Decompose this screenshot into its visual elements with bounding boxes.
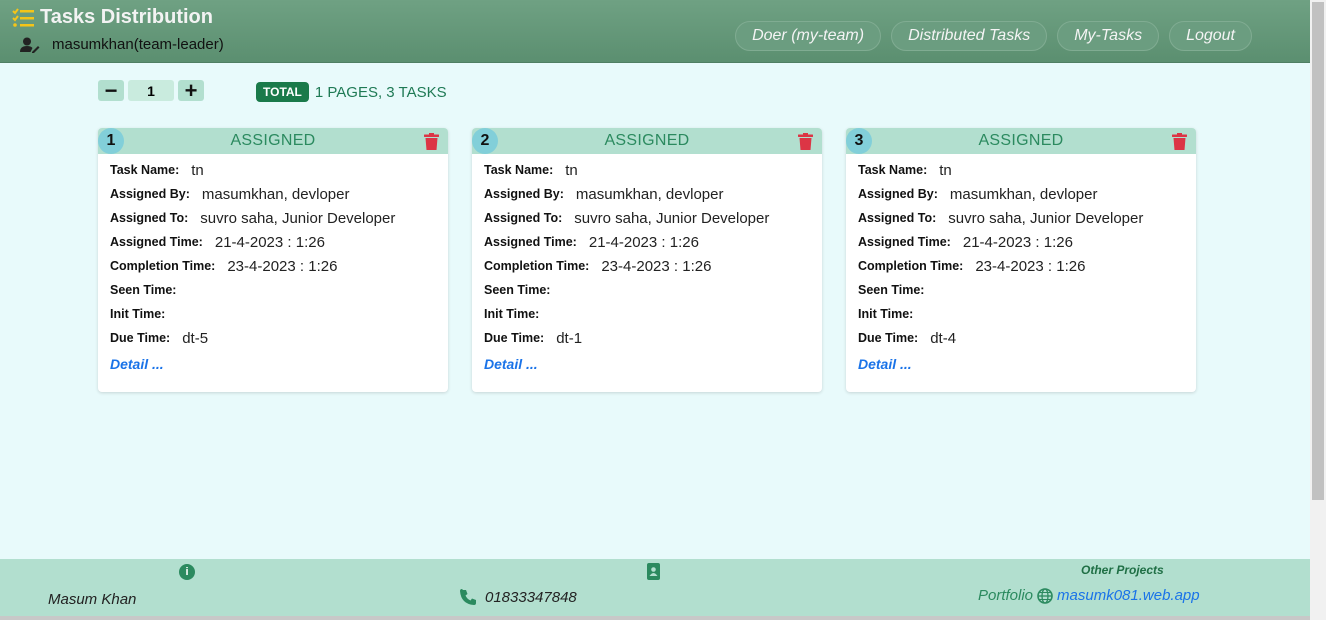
total-text: 1 PAGES, 3 TASKS [314, 83, 447, 101]
assigned-time-label: Assigned Time: [484, 235, 577, 249]
page-footer: i Masum Khan 01833347848 Other Projects … [0, 559, 1310, 620]
assigned-by-label: Assigned By: [110, 187, 190, 201]
assigned-by-value: masumkhan, devloper [575, 185, 724, 203]
phone-icon [460, 589, 476, 605]
task-name-label: Task Name: [110, 163, 180, 177]
vertical-scrollbar[interactable] [1310, 0, 1326, 620]
task-list-icon [12, 7, 36, 29]
due-time-value: dt-1 [556, 329, 583, 347]
init-time-label: Init Time: [110, 307, 166, 321]
task-status: ASSIGNED [978, 132, 1064, 149]
nav-distributed-tasks[interactable]: Distributed Tasks [891, 21, 1048, 51]
completion-time-value: 23-4-2023 : 1:26 [227, 257, 338, 275]
completion-time-value: 23-4-2023 : 1:26 [601, 257, 712, 275]
assigned-by-label: Assigned By: [484, 187, 564, 201]
task-name-value: tn [565, 161, 578, 179]
prev-page-button[interactable]: − [98, 78, 124, 103]
init-time-label: Init Time: [858, 307, 914, 321]
completion-time-label: Completion Time: [858, 259, 964, 273]
brand[interactable]: Tasks Distribution [12, 6, 213, 29]
task-card: 2 ASSIGNED Task Name: tn Assigned By: masu… [472, 128, 822, 392]
assigned-to-label: Assigned To: [110, 211, 189, 225]
nav-doer-my-team[interactable]: Doer (my-team) [735, 21, 882, 51]
scrollbar-thumb[interactable] [1312, 2, 1324, 500]
task-name-label: Task Name: [858, 163, 928, 177]
assigned-time-label: Assigned Time: [858, 235, 951, 249]
footer-portfolio: Portfolio masumk081.web.app [978, 587, 1200, 604]
assigned-by-value: masumkhan, devloper [949, 185, 1098, 203]
card-header: 1 ASSIGNED [98, 128, 448, 154]
delete-icon[interactable] [1172, 133, 1187, 150]
assigned-by-value: masumkhan, devloper [201, 185, 350, 203]
seen-time-label: Seen Time: [858, 283, 925, 297]
init-time-label: Init Time: [484, 307, 540, 321]
task-name-value: tn [939, 161, 952, 179]
app-title: Tasks Distribution [40, 6, 213, 28]
nav-logout[interactable]: Logout [1169, 21, 1252, 51]
detail-link[interactable]: Detail ... [110, 356, 164, 372]
pagination: − + [98, 78, 204, 103]
seen-time-label: Seen Time: [484, 283, 551, 297]
current-user: masumkhan(team-leader) [20, 36, 224, 53]
user-label: masumkhan(team-leader) [52, 36, 224, 53]
total-badge: TOTAL [256, 82, 309, 102]
globe-icon [1037, 587, 1053, 604]
due-time-value: dt-4 [930, 329, 957, 347]
card-header: 2 ASSIGNED [472, 128, 822, 154]
task-status: ASSIGNED [604, 132, 690, 149]
other-projects-label: Other Projects [1081, 563, 1164, 577]
due-time-label: Due Time: [858, 331, 919, 345]
user-edit-icon [20, 37, 40, 53]
completion-time-label: Completion Time: [110, 259, 216, 273]
assigned-to-value: suvro saha, Junior Developer [200, 209, 396, 227]
completion-time-value: 23-4-2023 : 1:26 [975, 257, 1086, 275]
task-card: 3 ASSIGNED Task Name: tn Assigned By: masu… [846, 128, 1196, 392]
task-name-label: Task Name: [484, 163, 554, 177]
phone-number: 01833347848 [485, 589, 577, 606]
card-header: 3 ASSIGNED [846, 128, 1196, 154]
task-card: 1 ASSIGNED Task Name: tn Assigned By: masu… [98, 128, 448, 392]
top-nav: Doer (my-team) Distributed Tasks My-Task… [735, 21, 1252, 51]
horizontal-scrollbar[interactable] [0, 616, 1310, 620]
footer-name: Masum Khan [48, 591, 137, 608]
due-time-value: dt-5 [182, 329, 209, 347]
assigned-time-value: 21-4-2023 : 1:26 [588, 233, 699, 251]
seen-time-label: Seen Time: [110, 283, 177, 297]
due-time-label: Due Time: [484, 331, 545, 345]
page-number-input[interactable] [128, 80, 174, 101]
nav-my-tasks[interactable]: My-Tasks [1057, 21, 1160, 51]
portfolio-label: Portfolio [978, 587, 1034, 604]
task-status: ASSIGNED [230, 132, 316, 149]
due-time-label: Due Time: [110, 331, 171, 345]
detail-link[interactable]: Detail ... [858, 356, 912, 372]
total-summary: TOTAL 1 PAGES, 3 TASKS [256, 82, 447, 102]
assigned-time-value: 21-4-2023 : 1:26 [962, 233, 1073, 251]
completion-time-label: Completion Time: [484, 259, 590, 273]
assigned-to-label: Assigned To: [484, 211, 563, 225]
assigned-to-label: Assigned To: [858, 211, 937, 225]
app-header: Tasks Distribution masumkhan(team-leader… [0, 0, 1310, 63]
task-name-value: tn [191, 161, 204, 179]
assigned-time-label: Assigned Time: [110, 235, 203, 249]
address-book-icon [647, 563, 660, 580]
assigned-time-value: 21-4-2023 : 1:26 [214, 233, 325, 251]
detail-link[interactable]: Detail ... [484, 356, 538, 372]
info-icon: i [179, 564, 195, 580]
delete-icon[interactable] [798, 133, 813, 150]
footer-phone: 01833347848 [460, 589, 577, 606]
assigned-by-label: Assigned By: [858, 187, 938, 201]
assigned-to-value: suvro saha, Junior Developer [574, 209, 770, 227]
delete-icon[interactable] [424, 133, 439, 150]
assigned-to-value: suvro saha, Junior Developer [948, 209, 1144, 227]
next-page-button[interactable]: + [178, 78, 204, 103]
portfolio-link[interactable]: masumk081.web.app [1057, 587, 1200, 604]
